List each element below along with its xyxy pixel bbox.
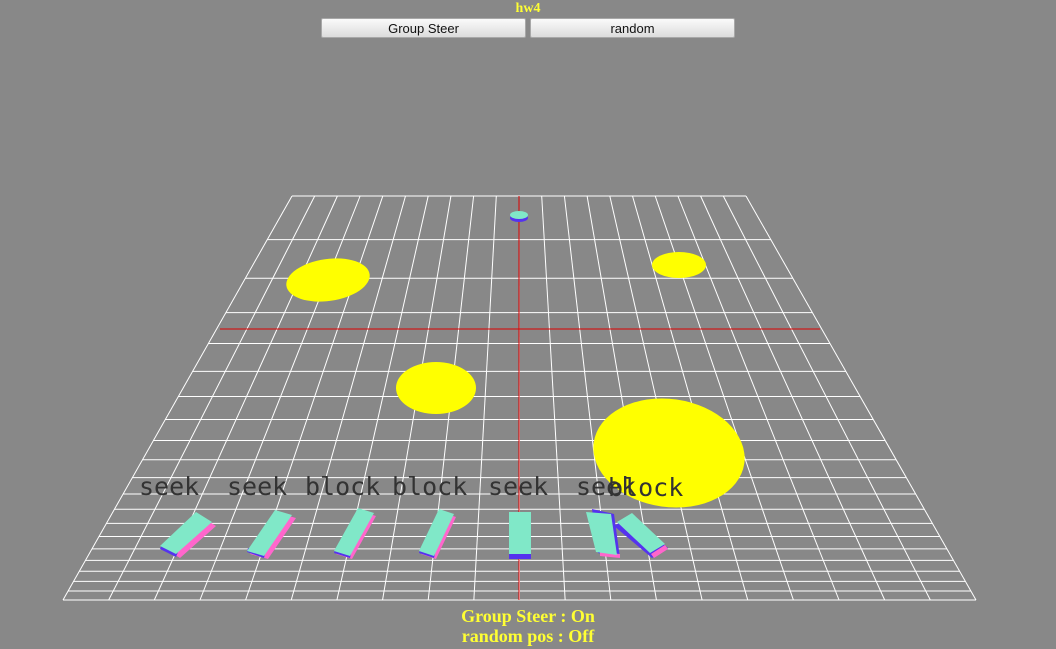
scene-canvas[interactable]: seek seek block block seek seek block (0, 0, 1056, 649)
agent: block (608, 473, 683, 558)
agent-label: seek (227, 472, 287, 501)
agents: seek seek block block seek seek block (139, 472, 683, 559)
grid-line (700, 195, 886, 601)
grid-line (108, 195, 316, 601)
obstacle (286, 258, 370, 302)
grid-line (745, 195, 977, 601)
agent-label: block (392, 472, 467, 501)
agent: seek (488, 472, 548, 559)
agent: block (392, 472, 467, 559)
target-disc (510, 211, 528, 222)
agent: seek (227, 472, 296, 559)
agent-label: block (305, 472, 380, 501)
group-steer-status: Group Steer : On (461, 606, 595, 626)
grid-line (473, 195, 497, 601)
grid-line (677, 195, 840, 601)
agent-label: seek (488, 472, 548, 501)
grid-line (541, 195, 566, 601)
agent-label: seek (139, 472, 199, 501)
agent-label: block (608, 473, 683, 502)
random-pos-status: random pos : Off (461, 626, 595, 646)
obstacle (396, 362, 476, 414)
obstacle (652, 252, 706, 278)
agent: block (305, 472, 380, 559)
grid-line (722, 195, 931, 601)
agent: seek (139, 472, 216, 558)
